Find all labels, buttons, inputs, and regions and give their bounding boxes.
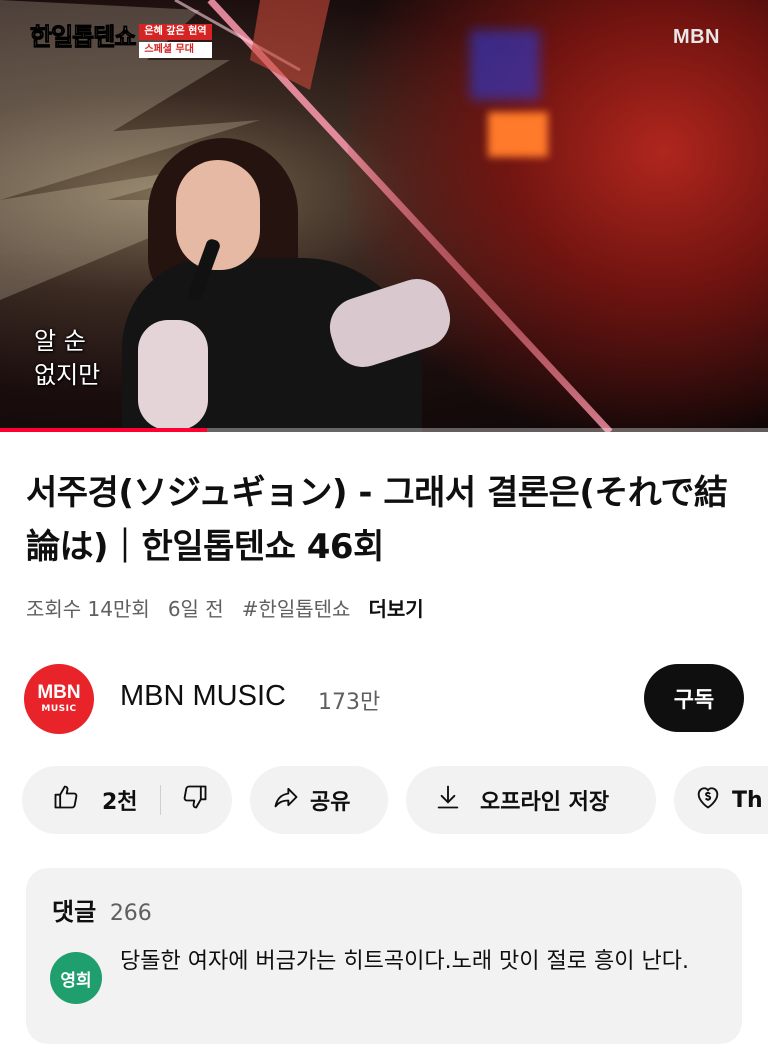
thanks-button[interactable]: Th — [674, 766, 768, 834]
show-logo-tags: 은혜 갚은 현역 스페셜 무대 — [139, 24, 212, 58]
subtitle-line: 없지만 — [34, 361, 101, 389]
singer-face — [176, 160, 260, 270]
action-bar: 2천 공유 오프라인 저장 Th — [22, 766, 768, 836]
more-link[interactable]: 더보기 — [368, 593, 423, 622]
thumbs-up-icon[interactable] — [52, 783, 80, 817]
thanks-label: Th — [732, 787, 763, 813]
top-comment-text: 당돌한 여자에 버금가는 히트곡이다.노래 맛이 절로 흥이 난다. — [120, 949, 689, 974]
video-title[interactable]: 서주경(ソジュギョン) - 그래서 결론은(それで結論は)｜한일톱텐쇼 46회 — [26, 466, 746, 574]
share-label: 공유 — [310, 790, 351, 815]
thumbs-down-icon[interactable] — [181, 783, 209, 817]
video-subtitle: 알 순 없지만 — [34, 324, 100, 392]
like-count[interactable]: 2천 — [102, 784, 138, 816]
share-arrow-icon — [272, 783, 300, 817]
stage-screen — [470, 30, 540, 100]
show-logo-text: 한일톱텐쇼 — [29, 23, 136, 52]
subscriber-count: 173만 — [318, 690, 381, 715]
like-divider — [159, 785, 161, 815]
show-tag: 스페셜 무대 — [139, 42, 212, 58]
upload-age: 6일 전 — [167, 597, 224, 621]
comments-preview[interactable]: 댓글 266 영희 당돌한 여자에 버금가는 히트곡이다.노래 맛이 절로 흥이… — [26, 868, 742, 1044]
subtitle-line: 알 순 — [34, 327, 86, 355]
comment-count: 266 — [109, 901, 152, 926]
comments-header: 댓글 266 — [52, 892, 152, 927]
like-dislike-group: 2천 — [22, 766, 232, 834]
show-logo: 한일톱텐쇼 은혜 갚은 현역 스페셜 무대 — [29, 22, 212, 68]
channel-watermark: MBN — [672, 26, 720, 48]
channel-row[interactable]: MBN MUSIC MBN MUSIC 173만 구독 — [24, 660, 744, 736]
commenter-avatar: 영희 — [50, 952, 102, 1004]
show-tag: 은혜 갚은 현역 — [139, 24, 212, 40]
channel-avatar[interactable]: MBN MUSIC — [24, 664, 94, 734]
video-details: 서주경(ソジュギョン) - 그래서 결론은(それで結論は)｜한일톱텐쇼 46회 … — [0, 432, 768, 1060]
stage-screen-light — [488, 112, 548, 157]
share-button[interactable]: 공유 — [250, 766, 388, 834]
subscribe-button[interactable]: 구독 — [644, 664, 744, 732]
channel-name[interactable]: MBN MUSIC — [120, 680, 286, 713]
heart-dollar-icon — [694, 783, 722, 817]
avatar-subtext: MUSIC — [41, 704, 77, 714]
video-meta[interactable]: 조회수 14만회 6일 전 #한일톱텐쇼 더보기 — [26, 593, 424, 622]
hashtag-link[interactable]: #한일톱텐쇼 — [242, 593, 351, 622]
comments-label: 댓글 — [52, 898, 97, 926]
offline-save-label: 오프라인 저장 — [480, 790, 610, 815]
video-player[interactable]: 한일톱텐쇼 은혜 갚은 현역 스페셜 무대 MBN 알 순 없지만 — [0, 0, 768, 432]
download-icon — [434, 783, 462, 817]
offline-save-button[interactable]: 오프라인 저장 — [406, 766, 656, 834]
view-count: 조회수 14만회 — [26, 597, 150, 621]
singer-arm — [138, 320, 208, 430]
avatar-text: MBN — [37, 682, 81, 703]
